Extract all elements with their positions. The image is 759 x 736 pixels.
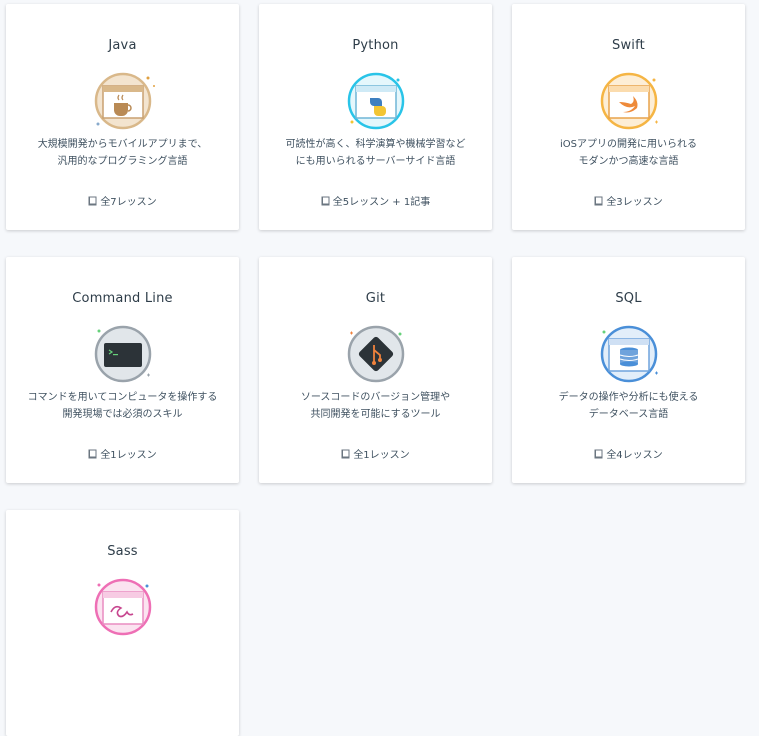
database-icon xyxy=(589,319,669,389)
course-description: iOSアプリの開発に用いられる モダンかつ高速な言語 xyxy=(560,139,697,167)
python-logo-icon xyxy=(336,66,416,136)
course-title: SQL xyxy=(615,291,642,306)
course-title: Swift xyxy=(612,38,645,53)
course-card-git[interactable]: Git ソースコードのバージョン管理や 共同開発を可能にするツール 全1レッスン xyxy=(259,257,492,483)
course-card-sql[interactable]: SQL データの操作や分析にも使える データベース言語 全4レッスン xyxy=(512,257,745,483)
course-description: データの操作や分析にも使える データベース言語 xyxy=(558,392,699,420)
sass-logo-icon xyxy=(83,572,163,642)
swift-bird-icon xyxy=(589,66,669,136)
book-icon xyxy=(594,449,603,459)
course-card-swift[interactable]: Swift iOSアプリの開発に用いられる モダンかつ高速な言語 全3レッスン xyxy=(512,4,745,230)
course-card-command-line[interactable]: Command Line コマンドを用いてコンピュータを操作する 開発現場では必… xyxy=(6,257,239,483)
course-card-python[interactable]: Python 可読性が高く、科学演算や機械学習など にも用いられるサーバーサイド… xyxy=(259,4,492,230)
lesson-count: 全1レッスン xyxy=(6,446,239,461)
course-description: 可読性が高く、科学演算や機械学習など にも用いられるサーバーサイド言語 xyxy=(285,139,466,167)
book-icon xyxy=(88,449,97,459)
course-title: Sass xyxy=(107,544,138,559)
course-title: Python xyxy=(352,38,399,53)
course-description: 大規模開発からモバイルアプリまで、 汎用的なプログラミング言語 xyxy=(37,139,208,167)
book-icon xyxy=(88,196,97,206)
terminal-icon xyxy=(83,319,163,389)
book-icon xyxy=(321,196,330,206)
course-title: Command Line xyxy=(72,291,173,306)
course-description: ソースコードのバージョン管理や 共同開発を可能にするツール xyxy=(300,392,451,420)
lesson-count: 全5レッスン + 1記事 xyxy=(259,193,492,208)
lesson-count: 全1レッスン xyxy=(259,446,492,461)
book-icon xyxy=(594,196,603,206)
course-card-sass[interactable]: Sass xyxy=(6,510,239,736)
course-card-java[interactable]: Java 大規模開発からモバイルアプリまで、 汎用的なプログラミング言語 全7レ… xyxy=(6,4,239,230)
book-icon xyxy=(341,449,350,459)
lesson-count: 全3レッスン xyxy=(512,193,745,208)
course-title: Java xyxy=(108,38,137,53)
course-title: Git xyxy=(365,291,386,306)
course-description: コマンドを用いてコンピュータを操作する 開発現場では必須のスキル xyxy=(27,392,218,420)
lesson-count: 全7レッスン xyxy=(6,193,239,208)
lesson-count: 全4レッスン xyxy=(512,446,745,461)
java-coffee-icon xyxy=(83,66,163,136)
git-logo-icon xyxy=(336,319,416,389)
